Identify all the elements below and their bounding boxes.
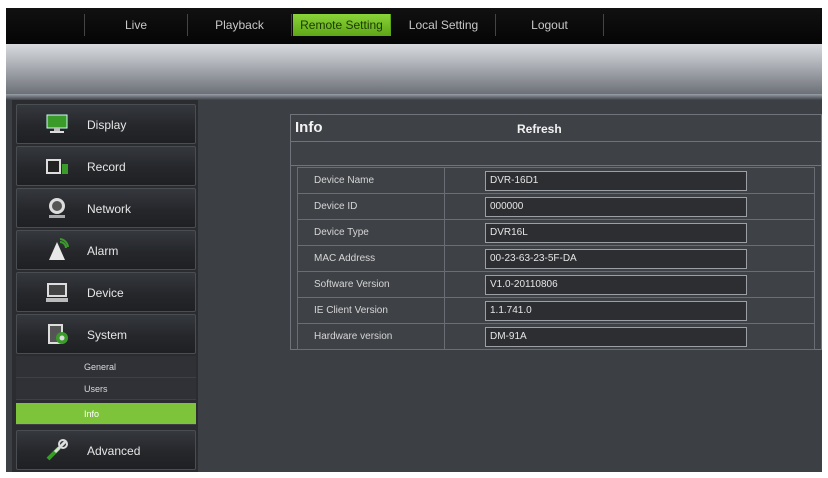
sidebar-item-device[interactable]: Device <box>16 272 196 312</box>
field-value-cell <box>444 193 815 220</box>
main-area: Display Record Network Alarm Device Syst… <box>6 100 822 472</box>
system-icon <box>48 324 68 344</box>
tab-local-setting[interactable]: Local Setting <box>392 14 496 36</box>
field-label: IE Client Version <box>297 297 445 324</box>
field-value-cell <box>444 323 815 350</box>
info-table: Device Name Device ID Device Type MAC Ad… <box>297 167 815 350</box>
sidebar-item-label: Network <box>87 202 132 216</box>
sidebar-item-network[interactable]: Network <box>16 188 196 228</box>
sidebar-item-display[interactable]: Display <box>16 104 196 144</box>
table-row: Device Type <box>297 219 815 246</box>
mac-address-field[interactable] <box>485 248 747 269</box>
field-value-cell <box>444 219 815 246</box>
table-row: Device ID <box>297 193 815 220</box>
top-nav-bar: Live Playback Remote Setting Local Setti… <box>6 8 822 44</box>
tab-live[interactable]: Live <box>84 14 188 36</box>
sidebar-item-record[interactable]: Record <box>16 146 196 186</box>
tab-logout[interactable]: Logout <box>496 14 604 36</box>
field-label: Device Name <box>297 167 445 194</box>
field-value-cell <box>444 271 815 298</box>
tools-icon <box>46 439 68 461</box>
sidebar-item-label: Record <box>87 160 126 174</box>
field-value-cell <box>444 297 815 324</box>
info-panel: Info Refresh Device Name Device ID Devic… <box>290 114 822 350</box>
record-icon <box>46 159 68 174</box>
divider <box>291 141 821 142</box>
sidebar-item-advanced[interactable]: Advanced <box>16 430 196 470</box>
header-banner <box>6 44 822 94</box>
table-row: MAC Address <box>297 245 815 272</box>
sidebar-item-alarm[interactable]: Alarm <box>16 230 196 270</box>
sidebar: Display Record Network Alarm Device Syst… <box>12 100 198 472</box>
table-row: Device Name <box>297 167 815 194</box>
panel-title: Info <box>295 119 323 136</box>
field-label: Device Type <box>297 219 445 246</box>
table-row: Software Version <box>297 271 815 298</box>
sub-item-users[interactable]: Users <box>16 378 196 400</box>
monitor-icon <box>46 114 68 133</box>
table-row: Hardware version <box>297 323 815 350</box>
refresh-button[interactable]: Refresh <box>517 122 562 136</box>
field-value-cell <box>444 245 815 272</box>
device-icon <box>46 283 68 302</box>
field-value-cell <box>444 167 815 194</box>
field-label: Device ID <box>297 193 445 220</box>
sub-item-info[interactable]: Info <box>16 403 196 425</box>
field-label: MAC Address <box>297 245 445 272</box>
divider <box>291 165 821 166</box>
device-type-field[interactable] <box>485 222 747 243</box>
device-id-field[interactable] <box>485 196 747 217</box>
ie-client-version-field[interactable] <box>485 300 747 321</box>
sidebar-item-label: Device <box>87 286 124 300</box>
tab-remote-setting[interactable]: Remote Setting <box>293 14 391 36</box>
sidebar-item-label: Alarm <box>87 244 119 258</box>
network-icon <box>49 198 65 218</box>
sidebar-item-label: System <box>87 328 128 342</box>
field-label: Hardware version <box>297 323 445 350</box>
sidebar-item-label: Advanced <box>87 444 141 458</box>
sub-item-general[interactable]: General <box>16 356 196 378</box>
device-name-field[interactable] <box>485 170 747 191</box>
sidebar-item-label: Display <box>87 118 127 132</box>
hardware-version-field[interactable] <box>485 326 747 347</box>
alarm-icon <box>49 238 69 260</box>
sidebar-item-system[interactable]: System <box>16 314 196 354</box>
field-label: Software Version <box>297 271 445 298</box>
table-row: IE Client Version <box>297 297 815 324</box>
software-version-field[interactable] <box>485 274 747 295</box>
tab-playback[interactable]: Playback <box>188 14 292 36</box>
